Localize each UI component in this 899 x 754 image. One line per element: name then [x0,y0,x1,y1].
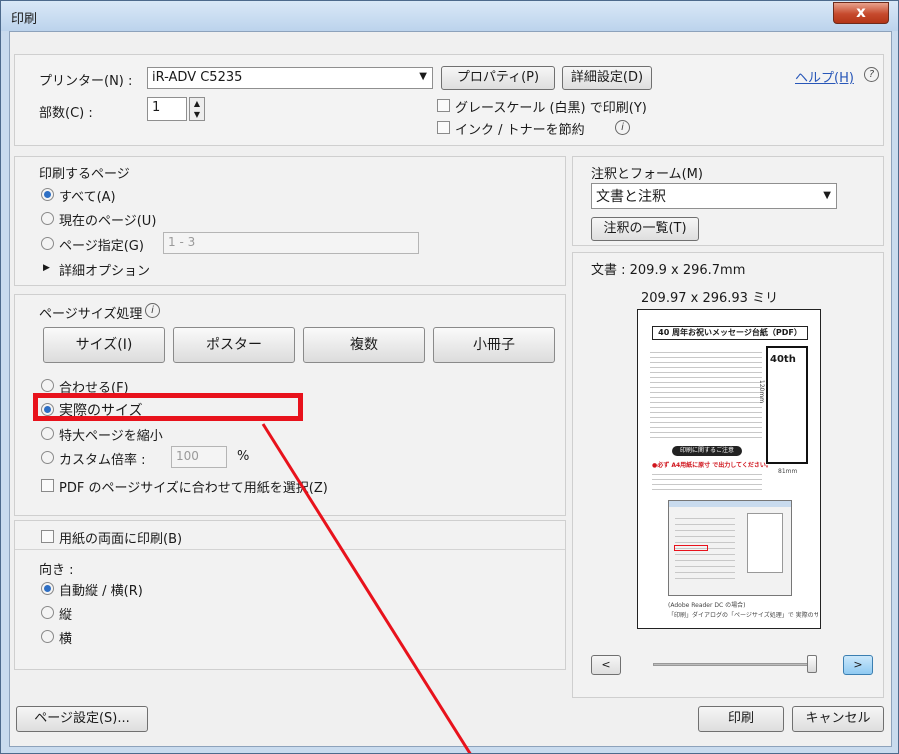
annotation-arrow [261,423,472,753]
annotation-line [261,423,472,753]
print-dialog-window: 印刷 x プリンター(N) : iR-ADV C5235 ▼ プロパティ(P) … [0,0,899,754]
